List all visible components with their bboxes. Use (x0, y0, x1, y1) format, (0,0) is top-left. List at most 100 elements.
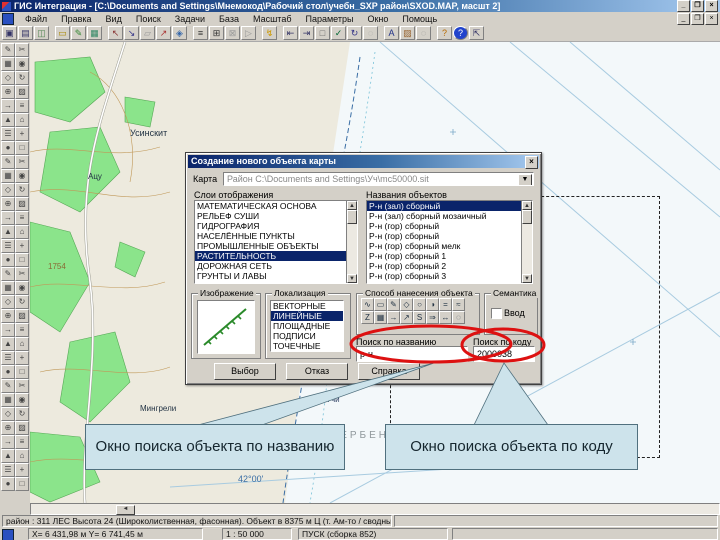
edit-tool-button-19[interactable]: ◉ (15, 169, 29, 183)
menu-item-3[interactable]: Поиск (129, 14, 168, 24)
select-button[interactable]: Выбор (214, 363, 276, 380)
edit-tool-button-56[interactable]: → (1, 435, 15, 449)
edit-tool-button-31[interactable]: □ (15, 253, 29, 267)
menu-item-1[interactable]: Правка (54, 14, 98, 24)
edit-tool-button-26[interactable]: ▲ (1, 225, 15, 239)
cancel-button[interactable]: Отказ (286, 363, 348, 380)
edit-tool-button-13[interactable]: + (15, 127, 29, 141)
list-item[interactable]: ПЛОЩАДНЫЕ (271, 321, 343, 331)
menu-item-6[interactable]: Масштаб (246, 14, 299, 24)
layers-scrollbar[interactable]: ▲ ▼ (346, 201, 357, 283)
toolbar-button-14[interactable]: ≡ (193, 26, 208, 40)
semantics-checkbox[interactable] (491, 308, 502, 319)
edit-tool-button-53[interactable]: ↻ (15, 407, 29, 421)
list-item[interactable]: ТОЧЕЧНЫЕ (271, 341, 343, 351)
layers-listbox[interactable]: МАТЕМАТИЧЕСКАЯ ОСНОВА РЕЛЬЕФ СУШИ ГИДРОГРА… (194, 200, 358, 284)
list-item[interactable]: РАСТИТЕЛЬНОСТЬ (195, 251, 347, 261)
toolbar-button-23[interactable]: □ (315, 26, 330, 40)
toolbar-button-2[interactable]: ◫ (34, 26, 49, 40)
edit-tool-button-2[interactable]: ▦ (1, 57, 15, 71)
edit-tool-button-46[interactable]: ● (1, 365, 15, 379)
toolbar-button-32[interactable]: ? (437, 26, 452, 40)
edit-tool-button-50[interactable]: ▦ (1, 393, 15, 407)
list-item[interactable]: ГРУНТЫ И ЛАВЫ (195, 271, 347, 281)
mdi-minimize-button[interactable]: _ (677, 12, 690, 25)
edit-tool-button-55[interactable]: ▨ (15, 421, 29, 435)
draw-mode-icon-1[interactable]: ▭ (374, 298, 387, 311)
toolbar-button-9[interactable]: ↘ (124, 26, 139, 40)
edit-tool-button-38[interactable]: ⊕ (1, 309, 15, 323)
draw-mode-icon-6[interactable]: = (439, 298, 452, 311)
toolbar-button-26[interactable]: ◌ (363, 26, 378, 40)
list-item[interactable]: НАСЕЛЁННЫЕ ПУНКТЫ (195, 231, 347, 241)
edit-tool-button-45[interactable]: + (15, 351, 29, 365)
maximize-button[interactable]: ❐ (691, 0, 704, 12)
scroll-up-icon[interactable]: ▲ (522, 201, 532, 210)
list-item[interactable]: Р-н (гор) сборный (367, 231, 522, 241)
close-button[interactable]: × (705, 0, 718, 12)
edit-tool-button-10[interactable]: ▲ (1, 113, 15, 127)
list-item[interactable]: ЛИНЕЙНЫЕ (271, 311, 343, 321)
edit-tool-button-25[interactable]: ≡ (15, 211, 29, 225)
edit-tool-button-21[interactable]: ↻ (15, 183, 29, 197)
menu-item-4[interactable]: Задачи (168, 14, 212, 24)
objects-scrollbar[interactable]: ▲ ▼ (521, 201, 532, 283)
draw-mode-icon-4[interactable]: ○ (413, 298, 426, 311)
edit-tool-button-17[interactable]: ✂ (15, 155, 29, 169)
edit-tool-button-9[interactable]: ≡ (15, 99, 29, 113)
toolbar-button-34[interactable]: ⇱ (469, 26, 484, 40)
edit-tool-button-61[interactable]: + (15, 463, 29, 477)
list-item[interactable]: Р-н (гор) сборный мелк (367, 241, 522, 251)
edit-tool-button-52[interactable]: ◇ (1, 407, 15, 421)
edit-tool-button-18[interactable]: ▦ (1, 169, 15, 183)
edit-tool-button-37[interactable]: ↻ (15, 295, 29, 309)
list-item[interactable]: ПРОМЫШЛЕННЫЕ ОБЪЕКТЫ (195, 241, 347, 251)
edit-tool-button-36[interactable]: ◇ (1, 295, 15, 309)
list-item[interactable]: Р-н (гор) сборный 2 (367, 261, 522, 271)
toolbar-button-6[interactable]: ▦ (87, 26, 102, 40)
list-item[interactable]: Р-н (гор) сборный (367, 221, 522, 231)
toolbar-button-24[interactable]: ✓ (331, 26, 346, 40)
draw-mode-icon-8[interactable]: Z (361, 311, 374, 324)
minimize-button[interactable]: _ (677, 0, 690, 12)
edit-tool-button-41[interactable]: ≡ (15, 323, 29, 337)
scroll-down-icon[interactable]: ▼ (347, 274, 357, 283)
toolbar-button-29[interactable]: ▨ (400, 26, 415, 40)
map-combobox[interactable]: Район C:\Documents and Settings\Уч\mc500… (223, 172, 534, 186)
edit-tool-button-27[interactable]: ⌂ (15, 225, 29, 239)
list-item[interactable]: РЕЛЬЕФ СУШИ (195, 211, 347, 221)
edit-tool-button-60[interactable]: ☰ (1, 463, 15, 477)
edit-tool-button-32[interactable]: ✎ (1, 267, 15, 281)
list-item[interactable]: Р-н (зал) сборный (367, 201, 522, 211)
toolbar-button-5[interactable]: ✎ (71, 26, 86, 40)
edit-tool-button-51[interactable]: ◉ (15, 393, 29, 407)
toolbar-button-28[interactable]: A (384, 26, 399, 40)
menu-item-0[interactable]: Файл (18, 14, 54, 24)
edit-tool-button-29[interactable]: + (15, 239, 29, 253)
edit-tool-button-6[interactable]: ⊕ (1, 85, 15, 99)
edit-tool-button-58[interactable]: ▲ (1, 449, 15, 463)
draw-mode-icon-15[interactable]: ◌ (452, 311, 465, 324)
edit-tool-button-8[interactable]: → (1, 99, 15, 113)
edit-tool-button-11[interactable]: ⌂ (15, 113, 29, 127)
toolbar-button-12[interactable]: ◈ (172, 26, 187, 40)
edit-tool-button-63[interactable]: □ (15, 477, 29, 491)
edit-tool-button-15[interactable]: □ (15, 141, 29, 155)
list-item[interactable]: ГИДРОГРАФИЯ (195, 221, 347, 231)
scrollbar-thumb[interactable] (347, 210, 357, 224)
draw-mode-icon-7[interactable]: ≈ (452, 298, 465, 311)
edit-tool-button-33[interactable]: ✂ (15, 267, 29, 281)
edit-tool-button-42[interactable]: ▲ (1, 337, 15, 351)
edit-tool-button-23[interactable]: ▨ (15, 197, 29, 211)
edit-tool-button-22[interactable]: ⊕ (1, 197, 15, 211)
list-item[interactable]: МАТЕМАТИЧЕСКАЯ ОСНОВА (195, 201, 347, 211)
edit-tool-button-4[interactable]: ◇ (1, 71, 15, 85)
toolbar-button-10[interactable]: ▱ (140, 26, 155, 40)
draw-mode-icon-0[interactable]: ∿ (361, 298, 374, 311)
toolbar-button-15[interactable]: ⊞ (209, 26, 224, 40)
edit-tool-button-35[interactable]: ◉ (15, 281, 29, 295)
toolbar-button-19[interactable]: ↯ (262, 26, 277, 40)
draw-mode-icon-9[interactable]: ▦ (374, 311, 387, 324)
edit-tool-button-20[interactable]: ◇ (1, 183, 15, 197)
list-item[interactable]: Р-н (гор) сборный 3 (367, 271, 522, 281)
